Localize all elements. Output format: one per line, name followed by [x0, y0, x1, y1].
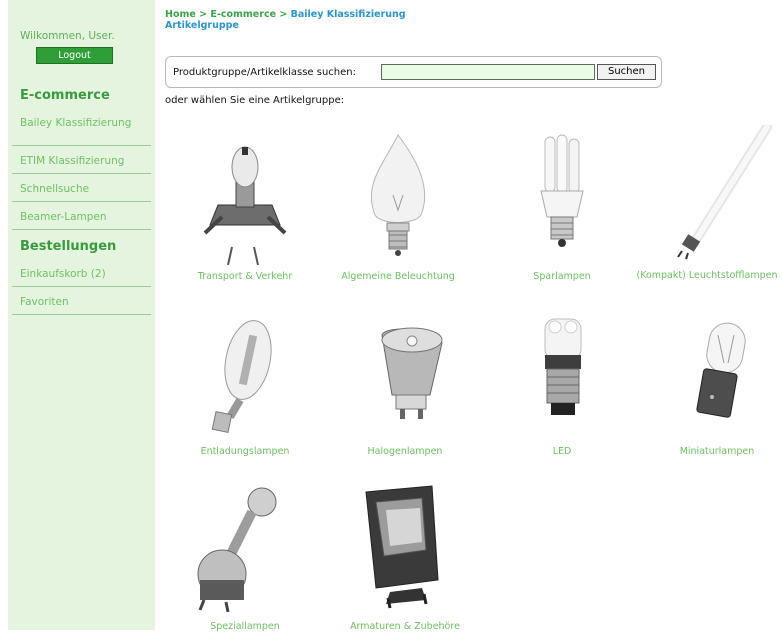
category-speziallampen[interactable]: Speziallampen — [170, 480, 320, 632]
category-label: Algemeine Beleuchtung — [341, 271, 455, 282]
candle-bulb-icon — [370, 134, 426, 256]
category-algemeine[interactable]: Algemeine Beleuchtung — [323, 125, 473, 285]
category-kompakt[interactable]: (Kompakt) Leuchtstofflampen — [632, 125, 782, 305]
sidebar-section-bestellungen: Bestellungen — [20, 239, 117, 254]
category-led[interactable]: LED — [487, 305, 637, 465]
category-transport[interactable]: Transport & Verkehr — [170, 125, 320, 285]
category-label: Sparlampen — [533, 271, 591, 282]
category-label: Miniaturlampen — [679, 446, 755, 457]
discharge-lamp-icon — [211, 320, 272, 434]
breadcrumb-current: Bailey Klassifizierung — [290, 9, 406, 20]
category-label: Entladungslampen — [200, 446, 290, 457]
floodlight-fixture-icon — [365, 485, 439, 609]
breadcrumb-ecommerce[interactable]: E-commerce — [210, 9, 276, 20]
energy-saving-lamp-icon — [540, 134, 584, 247]
category-label: Halogenlampen — [367, 446, 443, 457]
category-label: LED — [552, 446, 572, 457]
category-miniaturlampen[interactable]: Miniaturlampen — [642, 305, 782, 465]
category-halogenlampen[interactable]: Halogenlampen — [330, 305, 480, 465]
sidebar-item-favoriten[interactable]: Favoriten — [12, 296, 151, 315]
breadcrumb-home[interactable]: Home — [165, 9, 196, 20]
fluorescent-tube-icon — [677, 125, 772, 260]
sidebar-item-etim[interactable]: ETIM Klassifizierung — [12, 155, 151, 174]
search-input[interactable] — [381, 64, 595, 80]
breadcrumb-separator: > — [199, 9, 208, 20]
search-panel: Produktgruppe/Artikelklasse suchen: Such… — [165, 56, 662, 88]
car-lamp-icon — [203, 146, 287, 265]
category-label: Armaturen & Zubehöre — [350, 621, 460, 632]
search-button[interactable]: Suchen — [597, 64, 656, 80]
category-label: Speziallampen — [210, 621, 280, 632]
search-label: Produktgruppe/Artikelklasse suchen: — [173, 67, 356, 78]
breadcrumb-sub: Artikelgruppe — [165, 20, 239, 31]
sidebar: Wilkommen, User. Logout E-commerce Baile… — [8, 0, 155, 630]
choose-category-text: oder wählen Sie eine Artikelgruppe: — [165, 95, 345, 106]
category-sparlampen[interactable]: Sparlampen — [487, 125, 637, 285]
category-entladungslampen[interactable]: Entladungslampen — [170, 305, 320, 465]
category-label: Transport & Verkehr — [197, 271, 293, 282]
halogen-spot-icon — [381, 327, 443, 419]
category-armaturen[interactable]: Armaturen & Zubehöre — [330, 480, 480, 632]
logout-button[interactable]: Logout — [36, 47, 113, 64]
welcome-text: Wilkommen, User. — [20, 30, 115, 42]
led-lamp-icon — [544, 318, 582, 415]
special-lamp-icon — [197, 487, 277, 612]
breadcrumb: Home > E-commerce > Bailey Klassifizieru… — [165, 9, 406, 31]
sidebar-item-beamer-lampen[interactable]: Beamer-Lampen — [12, 211, 151, 230]
sidebar-item-bailey[interactable]: Bailey Klassifizierung — [12, 117, 151, 146]
category-label: (Kompakt) Leuchtstofflampen — [636, 270, 778, 281]
breadcrumb-separator: > — [279, 9, 288, 20]
miniature-lamp-icon — [696, 322, 746, 418]
sidebar-section-ecommerce: E-commerce — [20, 88, 110, 103]
sidebar-item-schnellsuche[interactable]: Schnellsuche — [12, 183, 151, 202]
sidebar-item-einkaufskorb[interactable]: Einkaufskorb (2) — [12, 268, 151, 287]
